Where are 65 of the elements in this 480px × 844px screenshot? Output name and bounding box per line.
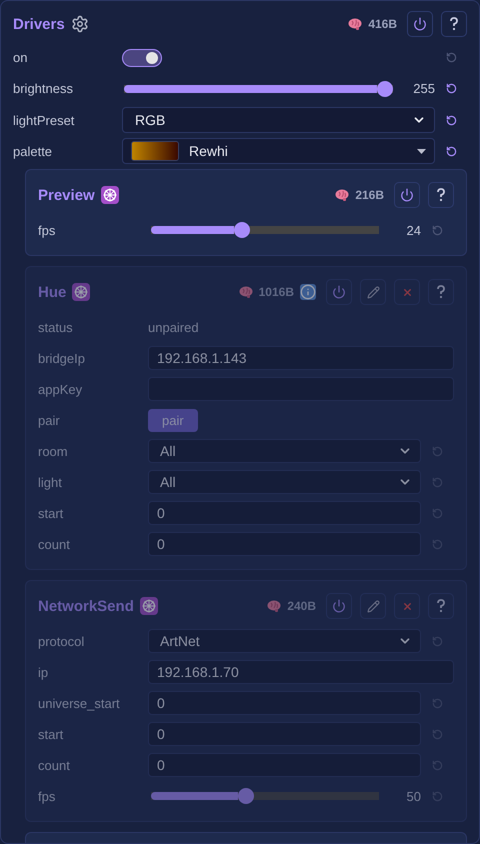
field-label: pair (38, 412, 61, 428)
section-title: Hue (38, 284, 66, 300)
slider-value: 24 (406, 222, 421, 238)
brain-icon (335, 189, 350, 201)
reset-icon[interactable] (446, 83, 456, 94)
field-label: room (38, 444, 69, 458)
field-label: on (13, 50, 28, 65)
memory-size: 240B (287, 599, 316, 613)
field-label: protocol (38, 634, 86, 648)
slider-value: 50 (406, 788, 421, 804)
status-value: unpaired (148, 320, 200, 334)
gradient-swatch (131, 141, 179, 161)
brain-icon (267, 600, 282, 612)
question-icon (436, 285, 446, 299)
help-button[interactable] (428, 182, 454, 208)
field-label: start (38, 506, 64, 520)
section-title: Drivers (13, 16, 65, 32)
memory-size: 216B (355, 188, 384, 202)
brain-icon (238, 286, 253, 298)
reset-icon[interactable] (446, 114, 456, 126)
field-label: start (38, 726, 64, 742)
brain-icon (348, 18, 362, 30)
wheel-icon (72, 283, 90, 301)
power-icon (332, 599, 346, 613)
field-label: fps (38, 222, 56, 238)
field-label: count (38, 758, 71, 772)
help-button[interactable] (441, 11, 467, 37)
pencil-icon (366, 600, 380, 612)
wheel-icon (140, 597, 158, 615)
gear-icon (70, 15, 89, 33)
field-label: light (38, 474, 63, 490)
select-field[interactable]: RGB (122, 107, 435, 133)
palette-select[interactable]: Rewhi (122, 138, 435, 164)
close-icon (402, 286, 412, 298)
pencil-icon (366, 286, 380, 298)
field-label: palette (13, 144, 54, 158)
question-icon (436, 188, 446, 202)
reset-icon[interactable] (446, 146, 456, 156)
field-label: lightPreset (13, 112, 76, 128)
toggle-switch[interactable] (122, 48, 162, 66)
wheel-icon (100, 186, 119, 204)
slider-thumb[interactable] (377, 80, 393, 96)
memory-size: 1016B (258, 285, 294, 299)
power-button[interactable] (407, 11, 433, 37)
memory-size: 416B (368, 17, 397, 31)
question-icon (436, 599, 446, 613)
field-label: universe_start (38, 696, 121, 710)
power-icon (332, 285, 346, 299)
section-title: NetworkSend (38, 598, 134, 614)
field-label: appKey (38, 382, 84, 396)
section-title: Preview (38, 186, 95, 204)
field-label: fps (38, 788, 56, 804)
close-icon (402, 600, 412, 612)
slider-thumb[interactable] (234, 222, 250, 238)
field-label: ip (38, 664, 50, 680)
question-icon (449, 17, 459, 31)
dropdown-icon (417, 148, 426, 154)
field-label: status (38, 320, 74, 334)
field-label: count (38, 536, 71, 552)
field-label: bridgeIp (38, 350, 86, 366)
field-label: brightness (13, 81, 74, 96)
power-button[interactable] (394, 182, 420, 208)
power-icon (413, 17, 427, 31)
power-icon (400, 188, 414, 202)
slider-value: 255 (412, 81, 435, 96)
